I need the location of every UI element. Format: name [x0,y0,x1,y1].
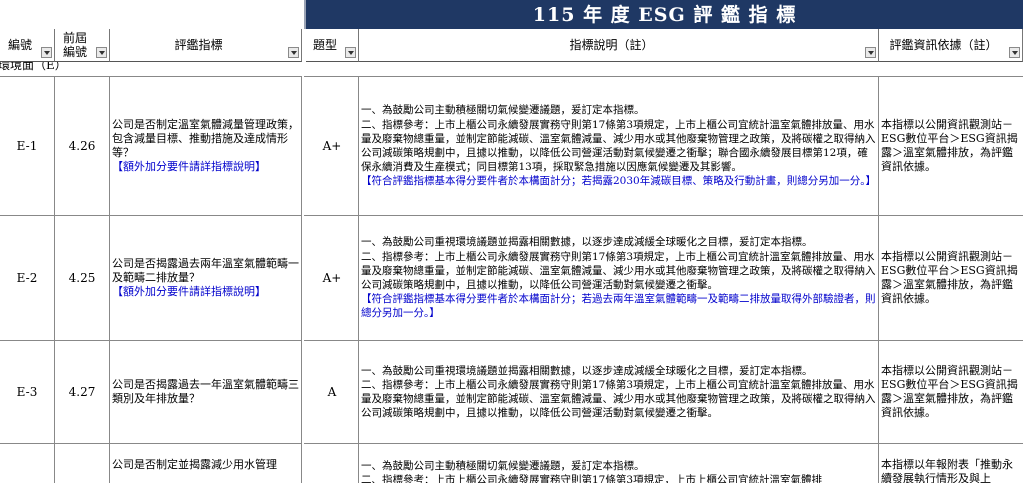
cell-prev-id: 4.27 [55,341,110,443]
cell-type [306,444,359,483]
indicator-note: 【額外加分要件請詳指標說明】 [112,285,266,298]
header-explanation: 指標說明（註） [359,29,879,62]
cell-indicator: 公司是否制定並揭露減少用水管理 [110,444,302,483]
table-row[interactable]: E-2 4.25 公司是否揭露過去兩年溫室氣體範疇一及範疇二排放量？ 【額外加分… [0,216,1023,340]
filter-dropdown-icon[interactable] [865,47,876,58]
cell-indicator: 公司是否揭露過去一年溫室氣體範疇三類別及年排放量？ [110,341,302,443]
title-bar: 115 年 度 ESG 評 鑑 指 標 [0,0,1023,29]
cell-indicator: 公司是否揭露過去兩年溫室氣體範疇一及範疇二排放量？ 【額外加分要件請詳指標說明】 [110,216,302,340]
header-prev-id-label: 前屆 編號 [62,31,87,59]
table-row[interactable]: E-1 4.26 公司是否制定溫室氣體減量管理政策，包含減量目標、推動措施及達成… [0,77,1023,215]
explanation-note: 【符合評鑑指標基本得分要件者於本構面計分；若過去兩年溫室氣體範疇一及範疇二排放量… [361,293,876,320]
table-row[interactable]: E-3 4.27 公司是否揭露過去一年溫室氣體範疇三類別及年排放量？ A 一、為… [0,341,1023,443]
header-prev-id: 前屆 編號 [55,29,110,62]
cell-basis: 本指標以公開資訊觀測站－ESG數位平台＞ESG資訊揭露＞溫室氣體排放，為評鑑資訊… [881,364,1018,419]
header-indicator-label: 評鑑指標 [174,38,223,52]
column-gap [302,62,304,483]
explanation-text: 一、為鼓勵公司重視環境議題並揭露相關數據，以逐步達成減緩全球暖化之目標，爰訂定本… [361,236,876,291]
indicator-note: 【額外加分要件請詳指標說明】 [112,160,266,173]
page-title: 115 年 度 ESG 評 鑑 指 標 [532,4,797,26]
cell-explanation: 一、為鼓勵公司重視環境議題並揭露相關數據，以逐步達成減緩全球暖化之目標，爰訂定本… [359,341,879,443]
cell-type: A+ [306,216,359,340]
section-label-row: 環境面（E） [0,62,1023,77]
cell-id: E-3 [0,341,55,443]
cell-indicator: 公司是否制定溫室氣體減量管理政策，包含減量目標、推動措施及達成情形等？ 【額外加… [110,77,302,215]
header-basis-label: 評鑑資訊依據（註） [889,38,998,52]
filter-dropdown-icon[interactable] [345,47,356,58]
section-label: 環境面（E） [0,62,67,72]
header-type: 題型 [306,29,359,62]
filter-dropdown-icon[interactable] [1009,47,1020,58]
header-indicator: 評鑑指標 [110,29,302,62]
filter-dropdown-icon[interactable] [288,47,299,58]
table-row[interactable]: 公司是否制定並揭露減少用水管理 一、為鼓勵公司主動積極關切氣候變遷議題，爰訂定本… [0,444,1023,483]
filter-dropdown-icon[interactable] [96,47,107,58]
filter-dropdown-icon[interactable] [41,47,52,58]
cell-explanation: 一、為鼓勵公司主動積極關切氣候變遷議題，爰訂定本指標。 二、指標參考：上市上櫃公… [359,77,879,215]
cell-explanation: 一、為鼓勵公司重視環境議題並揭露相關數據，以逐步達成減緩全球暖化之目標，爰訂定本… [359,216,879,340]
header-id: 編號 [0,29,55,62]
cell-prev-id: 4.25 [55,216,110,340]
cell-type: A+ [306,77,359,215]
explanation-text: 一、為鼓勵公司主動積極關切氣候變遷議題，爰訂定本指標。 二、指標參考：上市上櫃公… [361,460,823,483]
cell-explanation: 一、為鼓勵公司主動積極關切氣候變遷議題，爰訂定本指標。 二、指標參考：上市上櫃公… [359,444,879,483]
cell-id: E-2 [0,216,55,340]
cell-type: A [306,341,359,443]
header-id-label: 編號 [7,38,32,52]
cell-prev-id [55,444,110,483]
explanation-text: 一、為鼓勵公司主動積極關切氣候變遷議題，爰訂定本指標。 二、指標參考：上市上櫃公… [361,104,876,174]
indicator-text: 公司是否揭露過去一年溫室氣體範疇三類別及年排放量？ [112,378,299,405]
cell-basis: 本指標以公開資訊觀測站－ESG數位平台＞ESG資訊揭露＞溫室氣體排放，為評鑑資訊… [881,250,1018,305]
spreadsheet: 115 年 度 ESG 評 鑑 指 標 編號 前屆 編號 評鑑指標 題型 指標說… [0,0,1023,483]
cell-id [0,444,55,483]
cell-basis: 本指標以公開資訊觀測站－ESG數位平台＞ESG資訊揭露＞溫室氣體排放，為評鑑資訊… [881,118,1018,173]
indicator-text: 公司是否制定溫室氣體減量管理政策，包含減量目標、推動措施及達成情形等？ [112,118,299,159]
indicator-text: 公司是否制定並揭露減少用水管理 [112,458,277,471]
indicator-text: 公司是否揭露過去兩年溫室氣體範疇一及範疇二排放量？ [112,257,299,284]
cell-basis: 本指標以年報附表「推動永續發展執行情形及與上 [881,458,1013,483]
header-explanation-label: 指標說明（註） [569,38,654,52]
cell-prev-id: 4.26 [55,77,110,215]
header-type-label: 題型 [312,38,337,52]
header-basis: 評鑑資訊依據（註） [879,29,1023,62]
explanation-text: 一、為鼓勵公司重視環境議題並揭露相關數據，以逐步達成減緩全球暖化之目標，爰訂定本… [361,364,876,420]
cell-id: E-1 [0,77,55,215]
explanation-note: 【符合評鑑指標基本得分要件者於本構面計分；若揭露2030年減碳目標、策略及行動計… [361,175,876,188]
